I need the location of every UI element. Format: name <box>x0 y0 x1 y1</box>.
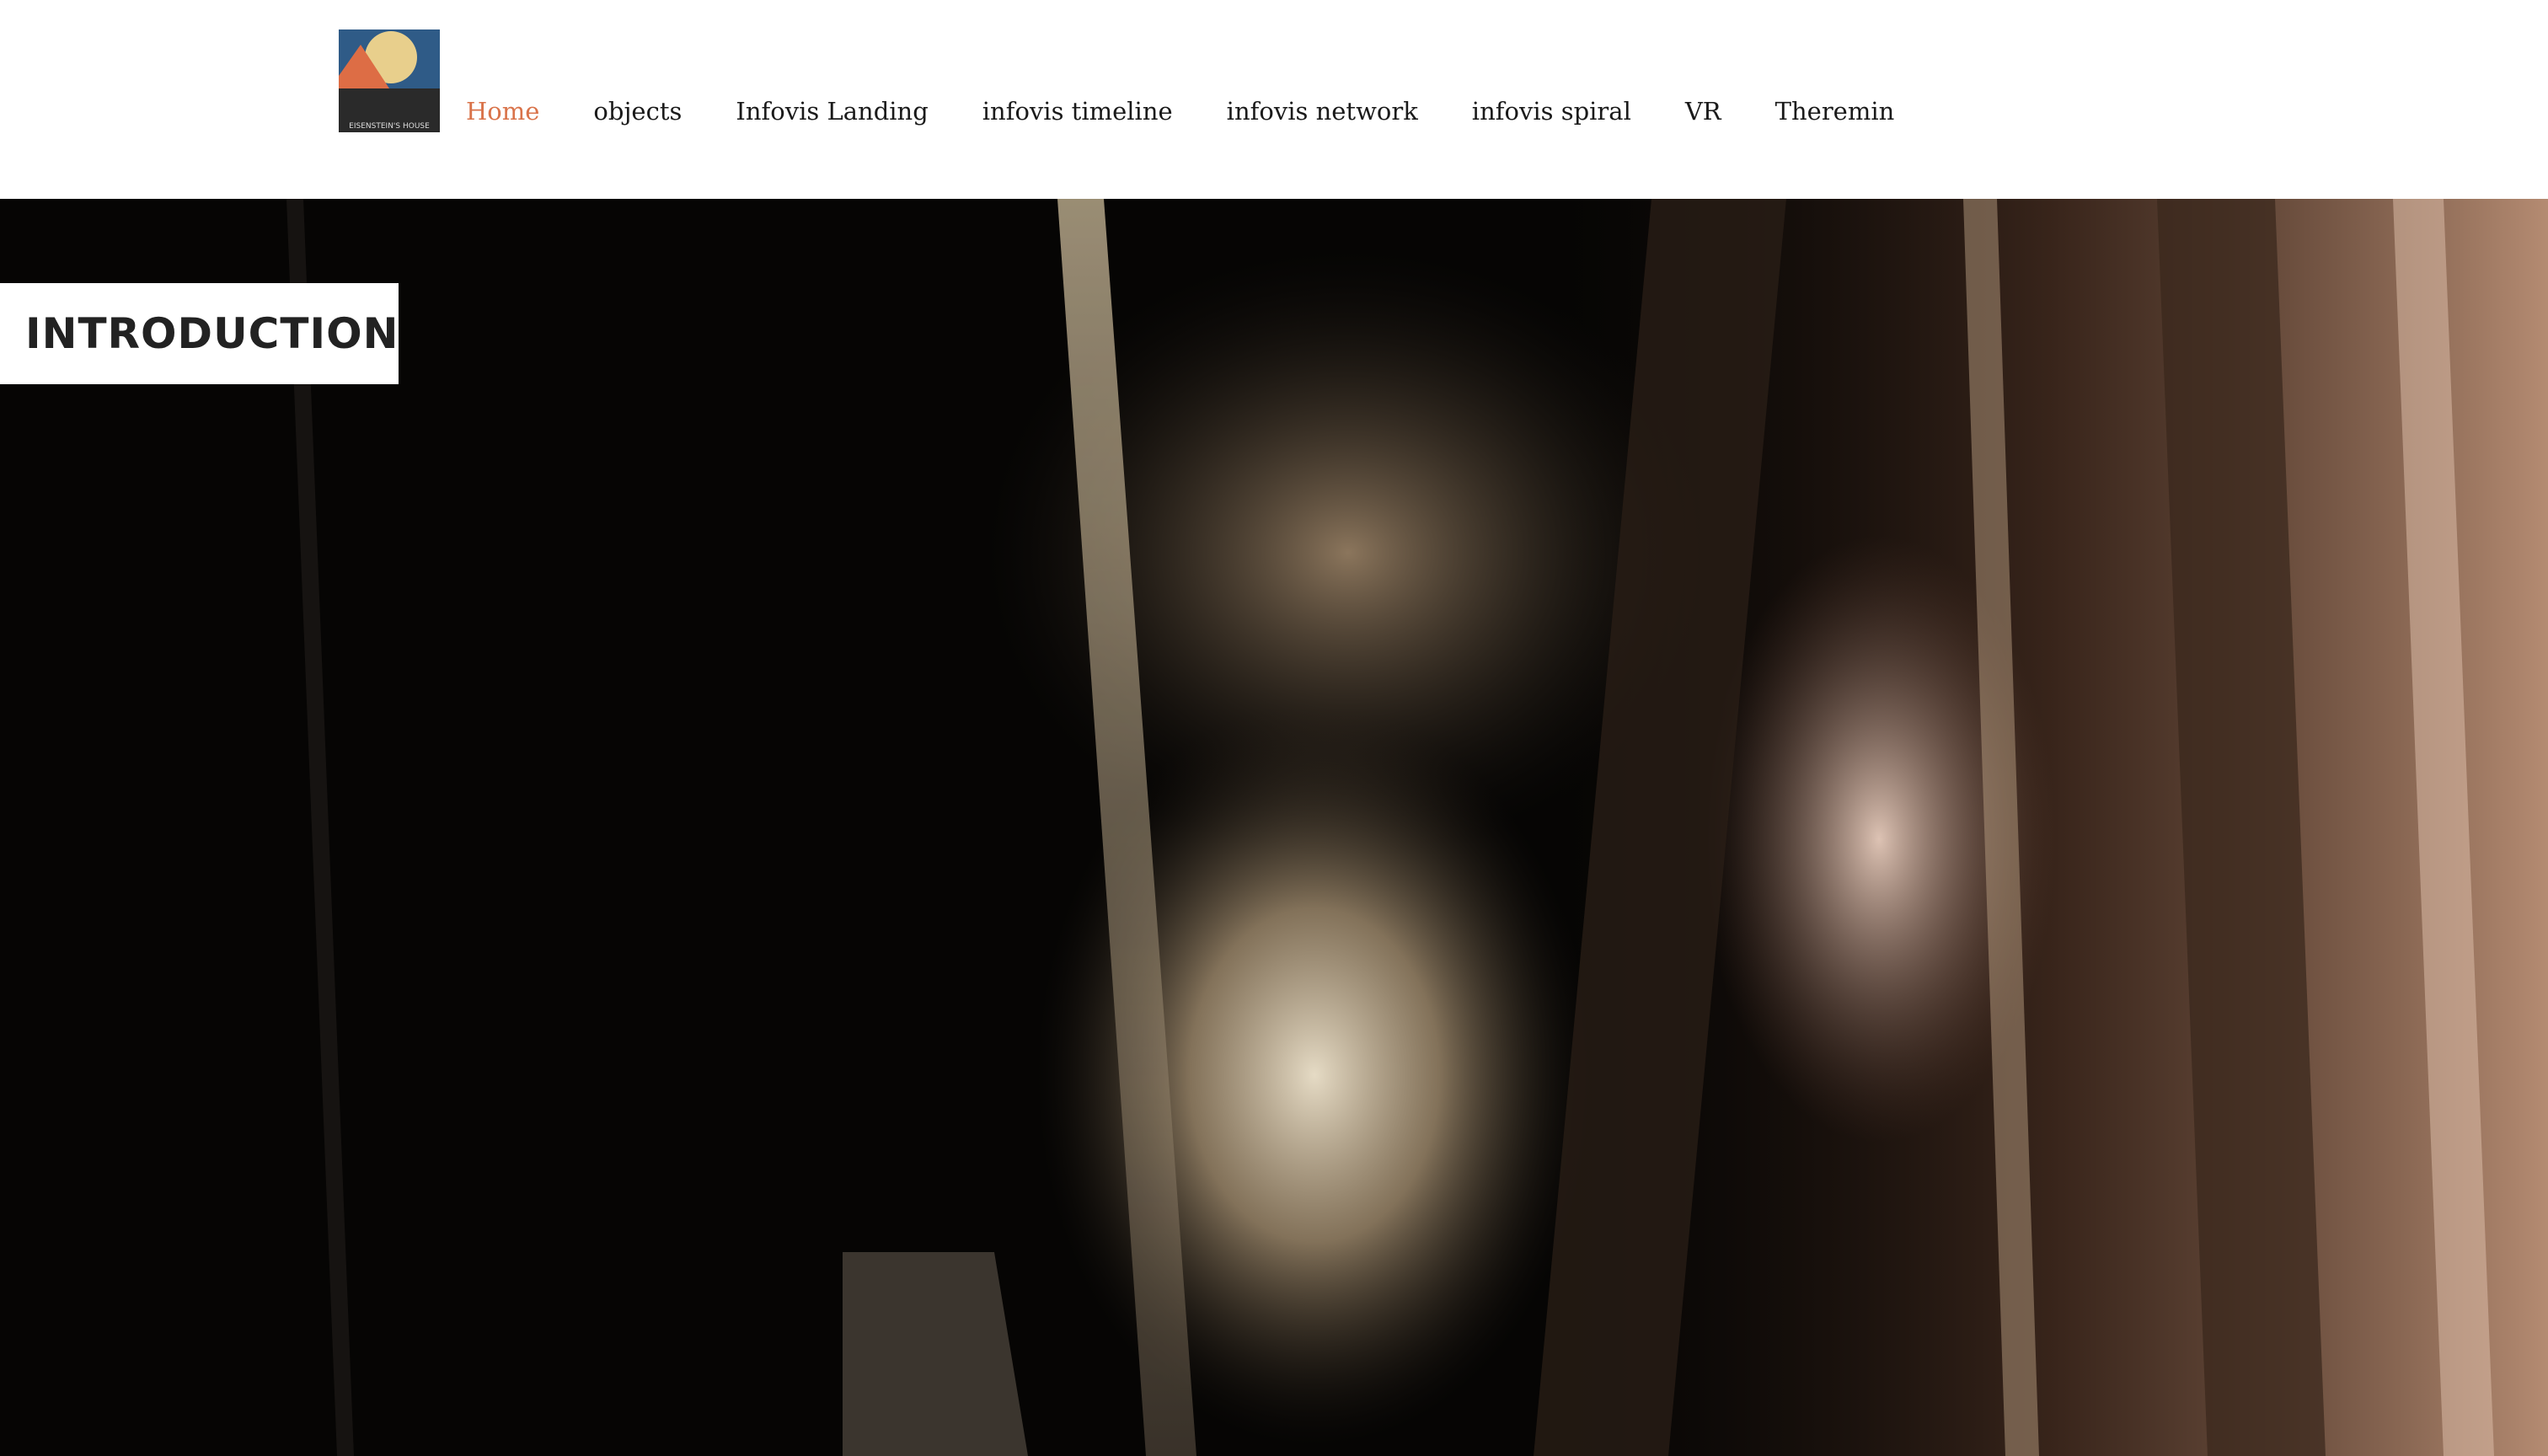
nav-infovis-network[interactable]: infovis network <box>1227 93 1418 130</box>
nav-home[interactable]: Home <box>466 93 539 130</box>
nav-vr[interactable]: VR <box>1685 93 1721 130</box>
section-title-box: INTRODUCTION <box>0 283 399 384</box>
main-navigation: Home objects Infovis Landing infovis tim… <box>466 93 1948 130</box>
nav-objects[interactable]: objects <box>593 93 682 130</box>
hero-section: INTRODUCTION <box>0 199 2548 1456</box>
section-title: INTRODUCTION <box>25 309 399 358</box>
nav-infovis-landing[interactable]: Infovis Landing <box>736 93 928 130</box>
eisenstein-house-logo-icon: EISENSTEIN'S HOUSE <box>339 29 440 132</box>
site-header: EISENSTEIN'S HOUSE Home objects Infovis … <box>0 0 2548 199</box>
logo-text: EISENSTEIN'S HOUSE <box>349 122 430 131</box>
nav-infovis-timeline[interactable]: infovis timeline <box>982 93 1173 130</box>
nav-theremin[interactable]: Theremin <box>1775 93 1895 130</box>
nav-infovis-spiral[interactable]: infovis spiral <box>1472 93 1631 130</box>
hero-image <box>0 199 2548 1456</box>
site-logo[interactable]: EISENSTEIN'S HOUSE <box>339 29 440 132</box>
